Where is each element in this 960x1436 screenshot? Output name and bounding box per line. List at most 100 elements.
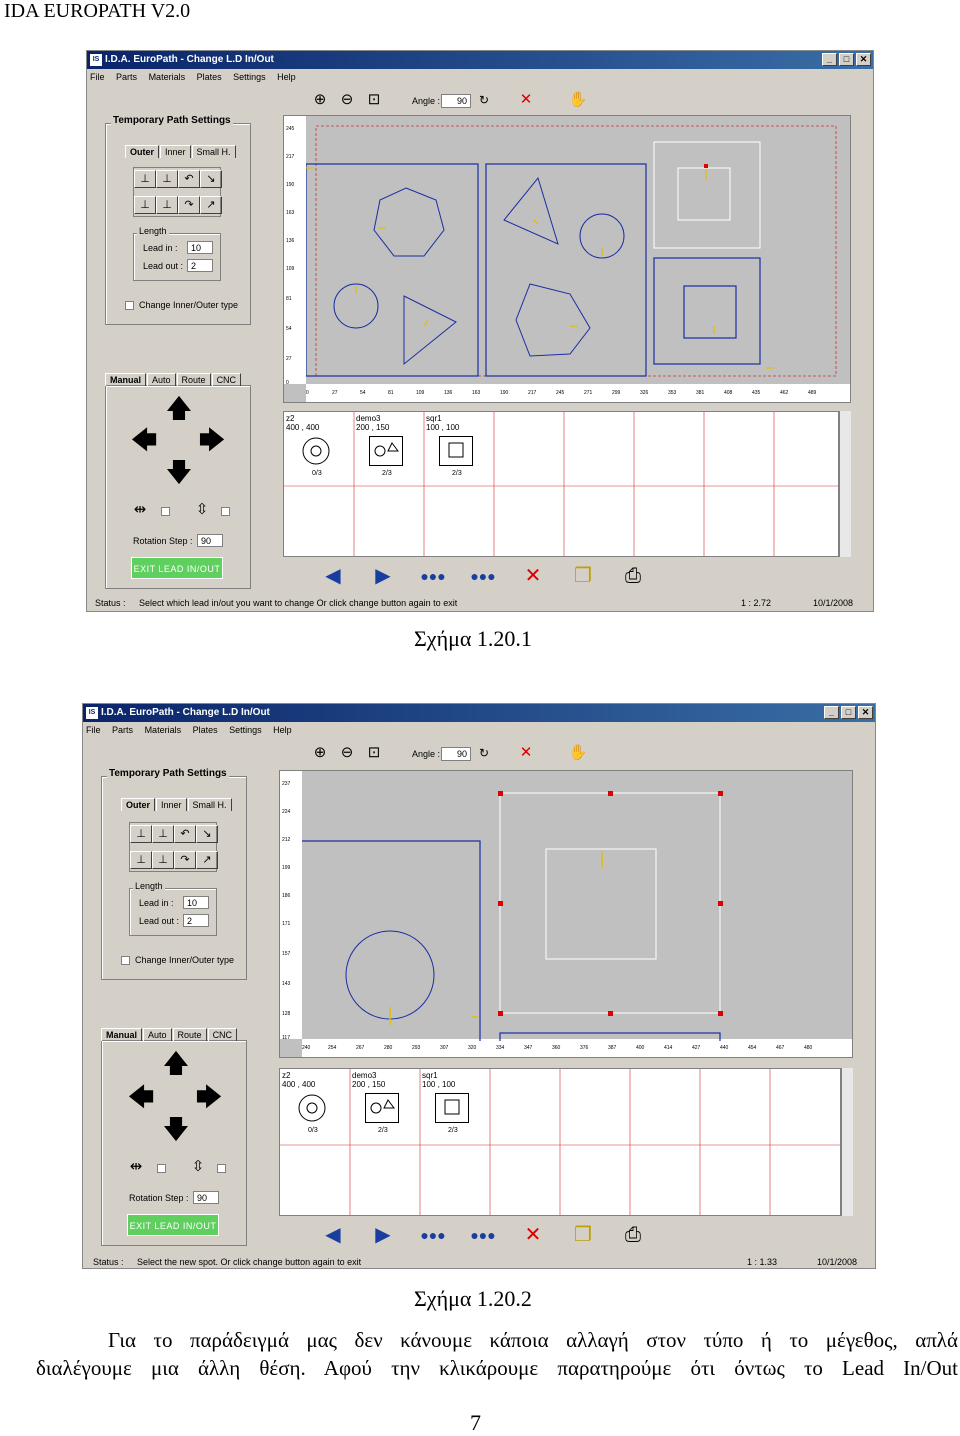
plate-item[interactable]: demo3 200 , 150 2/3 xyxy=(354,412,424,490)
nest-all-icon[interactable]: ●●● xyxy=(469,563,497,589)
zoom-fit-icon[interactable]: ⊡ xyxy=(363,89,385,111)
mirror-v-checkbox[interactable] xyxy=(217,1164,226,1173)
menu-plates[interactable]: Plates xyxy=(193,725,218,735)
hand-icon[interactable]: ✋ xyxy=(567,89,589,111)
maximize-button[interactable]: □ xyxy=(841,706,856,719)
tab-manual[interactable]: Manual xyxy=(101,1028,143,1041)
change-type-checkbox[interactable] xyxy=(121,956,130,965)
print-icon[interactable]: ⎙ xyxy=(619,1222,647,1248)
menu-materials[interactable]: Materials xyxy=(149,72,186,82)
nest-parts-icon[interactable]: ●●● xyxy=(419,1222,447,1248)
lead-type-icon[interactable]: ⊥ xyxy=(134,196,156,214)
close-button[interactable]: ✕ xyxy=(856,53,871,66)
arrow-right-icon[interactable]: 🡆 xyxy=(194,1082,224,1112)
zoom-out-icon[interactable]: ⊖ xyxy=(336,89,358,111)
mirror-h-icon[interactable]: ⇹ xyxy=(125,1156,147,1178)
lead-type-icon[interactable]: ⊥ xyxy=(130,825,152,843)
delete-icon[interactable]: ✕ xyxy=(519,1222,547,1248)
prev-icon[interactable]: ◀ xyxy=(319,563,347,589)
menu-file[interactable]: File xyxy=(86,725,101,735)
drawing-canvas[interactable]: 237 224 212 199 186 171 157 143 128 117 … xyxy=(279,770,853,1058)
menu-file[interactable]: File xyxy=(90,72,105,82)
zoom-in-icon[interactable]: ⊕ xyxy=(309,89,331,111)
lead-in-field[interactable]: 10 xyxy=(187,241,213,254)
tab-small-h[interactable]: Small H. xyxy=(191,145,236,158)
tab-auto[interactable]: Auto xyxy=(143,1028,172,1041)
mirror-v-icon[interactable]: ⇳ xyxy=(191,499,213,521)
mirror-v-icon[interactable]: ⇳ xyxy=(187,1156,209,1178)
plate-item[interactable]: demo3 200 , 150 2/3 xyxy=(350,1069,420,1147)
lead-type-icon[interactable]: ↶ xyxy=(174,825,196,843)
mirror-h-checkbox[interactable] xyxy=(157,1164,166,1173)
nest-all-icon[interactable]: ●●● xyxy=(469,1222,497,1248)
plates-scrollbar[interactable] xyxy=(841,1068,853,1216)
next-icon[interactable]: ▶ xyxy=(369,1222,397,1248)
lead-type-icon[interactable]: ⊥ xyxy=(130,851,152,869)
rotation-step-field[interactable]: 90 xyxy=(193,1191,219,1204)
exit-lead-button[interactable]: EXIT LEAD IN/OUT xyxy=(131,557,223,579)
tab-cnc[interactable]: CNC xyxy=(211,373,242,386)
exit-lead-button[interactable]: EXIT LEAD IN/OUT xyxy=(127,1214,219,1236)
plates-scrollbar[interactable] xyxy=(839,411,851,557)
tab-manual[interactable]: Manual xyxy=(105,373,147,386)
zoom-out-icon[interactable]: ⊖ xyxy=(336,742,358,764)
plate-item[interactable]: sqr1 100 , 100 2/3 xyxy=(420,1069,490,1147)
prev-icon[interactable]: ◀ xyxy=(319,1222,347,1248)
hand-icon[interactable]: ✋ xyxy=(567,742,589,764)
arrow-left-icon[interactable]: 🡄 xyxy=(126,1082,156,1112)
change-type-checkbox[interactable] xyxy=(125,301,134,310)
zoom-fit-icon[interactable]: ⊡ xyxy=(363,742,385,764)
lead-type-icon[interactable]: ⊥ xyxy=(152,851,174,869)
arrow-up-icon[interactable]: 🡅 xyxy=(161,1048,191,1078)
angle-input[interactable]: 90 xyxy=(441,747,471,761)
lead-type-icon[interactable]: ↗ xyxy=(200,196,222,214)
delete-icon[interactable]: ✕ xyxy=(515,742,537,764)
arrow-down-icon[interactable]: 🡇 xyxy=(164,457,194,487)
minimize-button[interactable]: _ xyxy=(824,706,839,719)
maximize-button[interactable]: □ xyxy=(839,53,854,66)
plate-item[interactable]: z2 400 , 400 0/3 xyxy=(284,412,354,490)
lead-type-icon[interactable]: ⊥ xyxy=(156,170,178,188)
tab-outer[interactable]: Outer xyxy=(125,145,160,158)
menu-settings[interactable]: Settings xyxy=(229,725,262,735)
lead-type-icon[interactable]: ↶ xyxy=(178,170,200,188)
lead-type-icon[interactable]: ⊥ xyxy=(152,825,174,843)
lead-out-field[interactable]: 2 xyxy=(187,259,213,272)
lead-type-icon[interactable]: ⊥ xyxy=(156,196,178,214)
rotate-icon[interactable]: ↻ xyxy=(473,89,495,111)
next-icon[interactable]: ▶ xyxy=(369,563,397,589)
menu-materials[interactable]: Materials xyxy=(145,725,182,735)
lead-in-field[interactable]: 10 xyxy=(183,896,209,909)
tab-outer[interactable]: Outer xyxy=(121,798,156,811)
menu-parts[interactable]: Parts xyxy=(116,72,137,82)
mirror-h-checkbox[interactable] xyxy=(161,507,170,516)
copy-icon[interactable]: ❐ xyxy=(569,1222,597,1248)
mirror-h-icon[interactable]: ⇹ xyxy=(129,499,151,521)
lead-out-field[interactable]: 2 xyxy=(183,914,209,927)
mirror-v-checkbox[interactable] xyxy=(221,507,230,516)
rotate-icon[interactable]: ↻ xyxy=(473,742,495,764)
arrow-left-icon[interactable]: 🡄 xyxy=(129,425,159,455)
lead-type-icon[interactable]: ↷ xyxy=(178,196,200,214)
angle-input[interactable]: 90 xyxy=(441,94,471,108)
plate-item[interactable]: z2 400 , 400 0/3 xyxy=(280,1069,350,1147)
tab-small-h[interactable]: Small H. xyxy=(187,798,232,811)
arrow-up-icon[interactable]: 🡅 xyxy=(164,393,194,423)
nest-parts-icon[interactable]: ●●● xyxy=(419,563,447,589)
tab-route[interactable]: Route xyxy=(176,373,211,386)
arrow-down-icon[interactable]: 🡇 xyxy=(161,1114,191,1144)
lead-type-icon[interactable]: ↷ xyxy=(174,851,196,869)
menu-parts[interactable]: Parts xyxy=(112,725,133,735)
tab-route[interactable]: Route xyxy=(172,1028,207,1041)
tab-auto[interactable]: Auto xyxy=(147,373,176,386)
tab-cnc[interactable]: CNC xyxy=(207,1028,238,1041)
rotation-step-field[interactable]: 90 xyxy=(197,534,223,547)
lead-type-icon[interactable]: ↘ xyxy=(196,825,218,843)
lead-type-icon[interactable]: ↗ xyxy=(196,851,218,869)
plate-item[interactable]: sqr1 100 , 100 2/3 xyxy=(424,412,494,490)
delete-icon[interactable]: ✕ xyxy=(519,563,547,589)
minimize-button[interactable]: _ xyxy=(822,53,837,66)
menu-help[interactable]: Help xyxy=(277,72,296,82)
menu-settings[interactable]: Settings xyxy=(233,72,266,82)
zoom-in-icon[interactable]: ⊕ xyxy=(309,742,331,764)
